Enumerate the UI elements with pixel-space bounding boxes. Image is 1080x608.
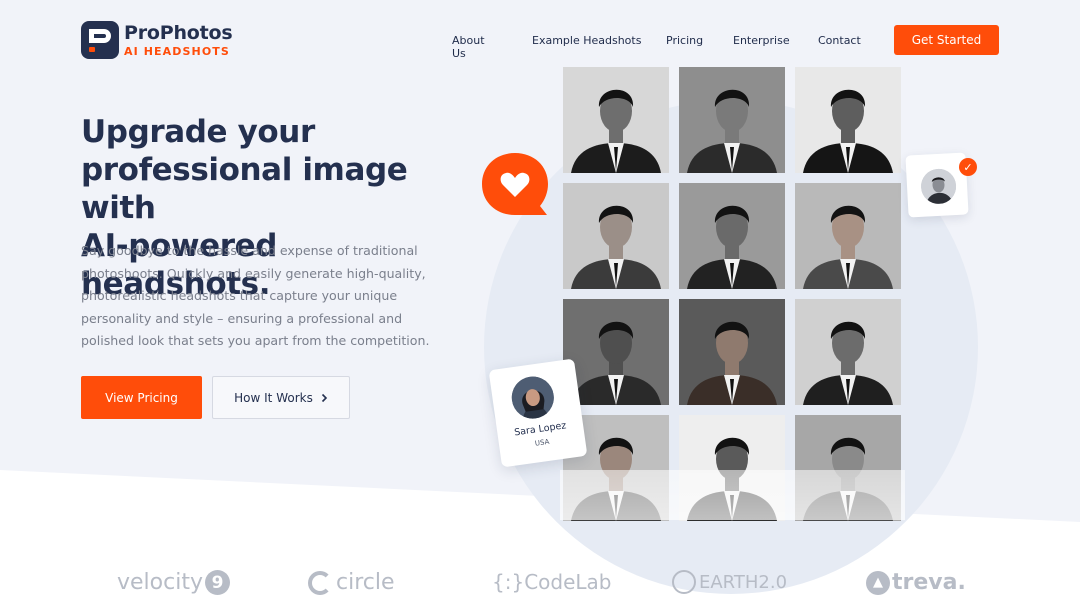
view-pricing-button[interactable]: View Pricing	[81, 376, 202, 419]
brand-subtitle: AI HEADSHOTS	[124, 44, 230, 58]
brand-title: ProPhotos	[124, 21, 233, 44]
nav-example-headshots[interactable]: Example Headshots	[532, 34, 641, 47]
profile-card: Sara Lopez USA	[488, 358, 588, 468]
headshot-image	[679, 67, 785, 173]
how-it-works-label: How It Works	[234, 390, 313, 405]
headshot-image	[679, 299, 785, 405]
get-started-button[interactable]: Get Started	[894, 25, 999, 55]
brand-logos: velocity 9 circle {:} CodeLab EARTH2.0 ▲…	[0, 570, 1080, 608]
velocity-logo-text: velocity	[117, 570, 203, 595]
headshot-image	[679, 183, 785, 289]
velocity-logo: velocity 9	[117, 570, 230, 595]
earth-logo: EARTH2.0	[672, 570, 787, 594]
codelab-brace-icon: {:}	[492, 570, 525, 594]
grid-fade-overlay	[560, 470, 905, 520]
hero-title-line-2: professional image with	[81, 152, 408, 226]
circle-ring-icon	[308, 570, 332, 595]
circle-logo-text: circle	[336, 570, 395, 595]
hero-description: Say goodbye to the hassle and expense of…	[81, 243, 430, 348]
headshot-image	[563, 183, 669, 289]
nav-enterprise[interactable]: Enterprise	[733, 34, 790, 47]
check-icon: ✓	[959, 158, 977, 176]
earth-logo-text: EARTH2.0	[699, 571, 788, 593]
circle-logo: circle	[308, 570, 395, 595]
how-it-works-button[interactable]: How It Works	[212, 376, 350, 419]
heart-bubble-icon	[482, 153, 548, 215]
nav-pricing[interactable]: Pricing	[666, 34, 703, 47]
headshot-image	[795, 299, 901, 405]
treva-logo: ▲ treva.	[866, 570, 966, 595]
brand-logo[interactable]: ProPhotos AI HEADSHOTS	[81, 21, 233, 59]
treva-logo-text: treva.	[892, 570, 966, 595]
globe-icon	[672, 570, 696, 594]
headshot-grid	[563, 67, 901, 521]
headshot-image	[795, 183, 901, 289]
nav-about-us[interactable]: About Us	[452, 34, 485, 60]
treva-mark-icon: ▲	[866, 570, 890, 595]
avatar	[920, 168, 957, 205]
codelab-logo-text: CodeLab	[524, 570, 612, 594]
logo-mark-icon	[81, 21, 119, 59]
codelab-logo: {:} CodeLab	[492, 570, 611, 594]
chevron-right-icon	[321, 393, 327, 402]
avatar	[509, 373, 557, 422]
headshot-image	[563, 67, 669, 173]
headshot-image	[563, 299, 669, 405]
hero-title-line-1: Upgrade your	[81, 114, 315, 150]
headshot-image	[795, 67, 901, 173]
nav-contact[interactable]: Contact	[818, 34, 861, 47]
velocity-mark-icon: 9	[204, 570, 230, 595]
